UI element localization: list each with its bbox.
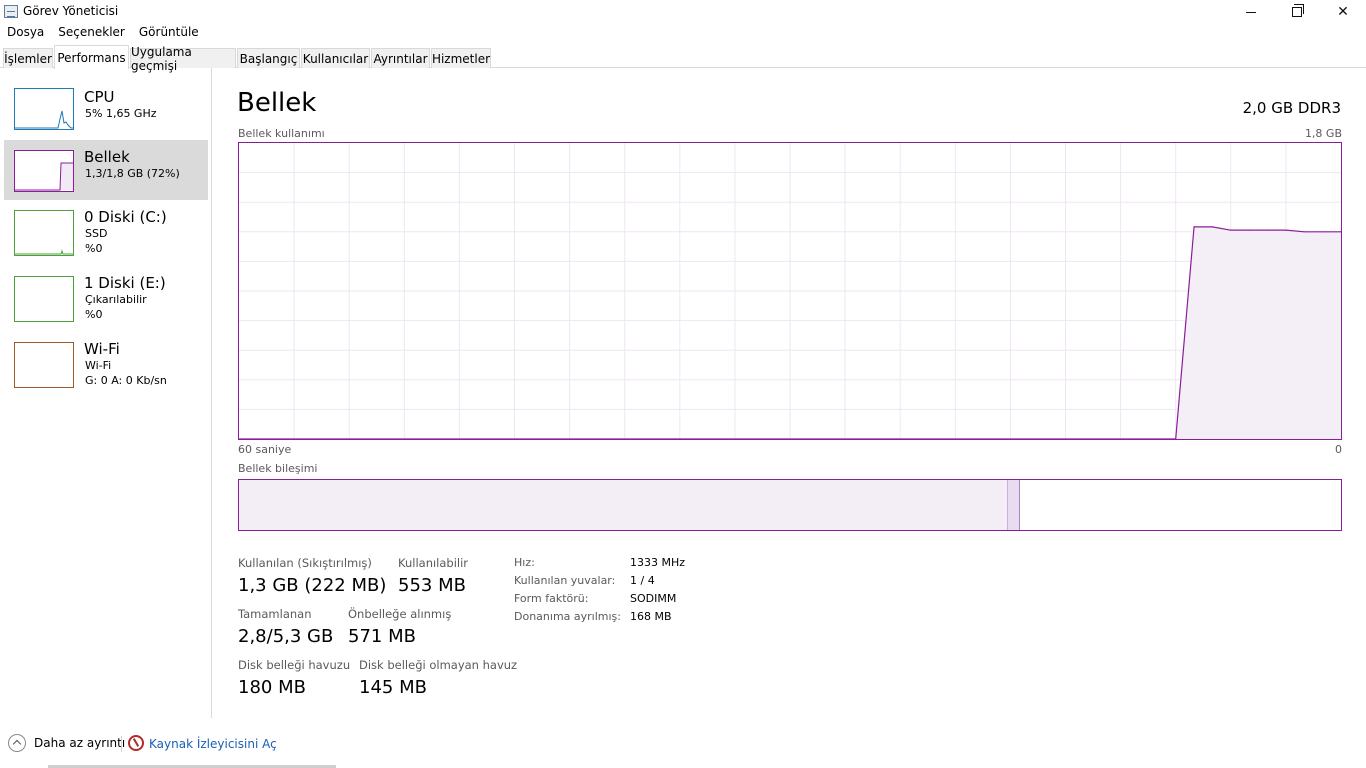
- tab-services[interactable]: Hizmetler: [431, 48, 491, 68]
- sidebar-item-cpu[interactable]: CPU 5% 1,65 GHz: [4, 88, 208, 148]
- sidebar-item-detail-2: %0: [85, 308, 103, 321]
- usage-point: [1322, 231, 1324, 233]
- chart-time-left: 60 saniye: [238, 443, 292, 456]
- fewer-details-button[interactable]: Daha az ayrıntı: [8, 734, 125, 752]
- memory-type: 2,0 GB DDR3: [1242, 99, 1341, 117]
- usage-point: [1211, 226, 1214, 228]
- sidebar-item-memory[interactable]: Bellek 1,3/1,8 GB (72%): [4, 140, 208, 200]
- sidebar-item-detail: SSD: [85, 227, 108, 240]
- sidebar-item-disk-c[interactable]: 0 Diski (C:) SSD %0: [4, 208, 208, 268]
- sidebar-item-label: 1 Diski (E:): [84, 274, 166, 292]
- sidebar-item-label: CPU: [84, 88, 115, 106]
- speed-value: 1333 MHz: [630, 556, 686, 569]
- usage-point: [1193, 226, 1195, 228]
- tab-performance[interactable]: Performans: [54, 45, 129, 69]
- in-use-value: 1,3 GB (222 MB): [238, 575, 387, 596]
- speed-label: Hız:: [514, 556, 535, 569]
- sidebar-item-label: 0 Diski (C:): [84, 208, 167, 226]
- committed-label: Tamamlanan: [238, 607, 312, 621]
- sidebar-item-disk-e[interactable]: 1 Diski (E:) Çıkarılabilir %0: [4, 274, 208, 334]
- slots-label: Kullanılan yuvalar:: [514, 574, 616, 587]
- task-manager-icon: [4, 5, 18, 18]
- composition-label: Bellek bileşimi: [238, 462, 318, 475]
- title-bar: Görev Yöneticisi ✕: [0, 0, 1366, 24]
- available-label: Kullanılabilir: [398, 556, 469, 570]
- memory-usage-graph: [239, 143, 1341, 439]
- available-value: 553 MB: [398, 575, 466, 596]
- resource-monitor-icon: [128, 735, 144, 751]
- disk-e-thumbnail-graph: [14, 276, 74, 322]
- chart-time-right: 0: [1335, 443, 1342, 456]
- page-title: Bellek: [237, 88, 317, 118]
- fewer-details-label: Daha az ayrıntı: [34, 736, 126, 750]
- hardware-reserved-value: 168 MB: [630, 610, 672, 623]
- disk-c-thumbnail-graph: [14, 210, 74, 256]
- cpu-thumbnail-graph: [14, 88, 74, 130]
- cached-value: 571 MB: [348, 626, 416, 647]
- open-resource-monitor-link[interactable]: Kaynak İzleyicisini Aç: [149, 737, 277, 751]
- menu-view[interactable]: Görüntüle: [132, 24, 206, 42]
- sidebar-item-detail: 1,3/1,8 GB (72%): [85, 167, 180, 180]
- window-title: Görev Yöneticisi: [23, 4, 119, 18]
- usage-point: [1266, 229, 1269, 231]
- footer: Daha az ayrıntı Kaynak İzleyicisini Aç: [0, 728, 1366, 768]
- tab-details[interactable]: Ayrıntılar: [371, 48, 430, 68]
- nonpaged-pool-label: Disk belleği olmayan havuz: [359, 658, 518, 672]
- tab-processes[interactable]: İşlemler: [3, 48, 53, 68]
- wifi-thumbnail-graph: [14, 342, 74, 388]
- tab-app-history[interactable]: Uygulama geçmişi: [130, 45, 236, 73]
- sidebar-item-detail: Wi-Fi: [85, 359, 112, 372]
- sidebar-item-label: Wi-Fi: [84, 340, 120, 358]
- memory-usage-chart: [238, 142, 1342, 440]
- hardware-reserved-label: Donanıma ayrılmış:: [514, 610, 621, 623]
- usage-point: [1285, 229, 1287, 231]
- performance-sidebar: CPU 5% 1,65 GHz Bellek 1,3/1,8 GB (72%) …: [0, 68, 212, 718]
- sidebar-item-detail: Çıkarılabilir: [85, 293, 147, 306]
- minimize-icon: [1246, 11, 1256, 13]
- tab-bar: İşlemler Performans Uygulama geçmişi Baş…: [0, 44, 1366, 73]
- chevron-up-icon: [8, 734, 26, 752]
- form-factor-label: Form faktörü:: [514, 592, 589, 605]
- paged-pool-label: Disk belleği havuzu: [238, 658, 351, 672]
- nonpaged-pool-value: 145 MB: [359, 677, 427, 698]
- composition-in-use: [239, 480, 1008, 530]
- sidebar-item-wifi[interactable]: Wi-Fi Wi-Fi G: 0 A: 0 Kb/sn: [4, 340, 208, 400]
- sidebar-item-label: Bellek: [84, 148, 130, 166]
- usage-point: [1230, 229, 1232, 231]
- close-icon: ✕: [1337, 4, 1349, 20]
- paged-pool-value: 180 MB: [238, 677, 306, 698]
- committed-value: 2,8/5,3 GB: [238, 626, 334, 647]
- usage-chart-label: Bellek kullanımı: [238, 127, 325, 140]
- usage-point: [1248, 229, 1250, 231]
- tab-startup[interactable]: Başlangıç: [237, 48, 300, 68]
- sidebar-item-detail: 5% 1,65 GHz: [85, 107, 157, 120]
- close-button[interactable]: ✕: [1320, 0, 1366, 24]
- sidebar-item-detail-2: %0: [85, 242, 103, 255]
- usage-chart-max: 1,8 GB: [1304, 127, 1342, 140]
- minimize-button[interactable]: [1228, 0, 1274, 24]
- in-use-label: Kullanılan (Sıkıştırılmış): [238, 556, 372, 570]
- memory-composition-bar: [238, 479, 1342, 531]
- cached-label: Önbelleğe alınmış: [348, 607, 452, 621]
- menu-file[interactable]: Dosya: [0, 24, 51, 42]
- sidebar-item-detail-2: G: 0 A: 0 Kb/sn: [85, 374, 167, 387]
- menu-options[interactable]: Seçenekler: [51, 24, 132, 42]
- slots-value: 1 / 4: [630, 574, 655, 587]
- memory-thumbnail-graph: [14, 150, 74, 192]
- footer-divider: [121, 736, 122, 752]
- tab-users[interactable]: Kullanıcılar: [301, 48, 370, 68]
- composition-modified: [1008, 480, 1020, 530]
- usage-point: [1303, 231, 1305, 233]
- restore-icon: [1292, 4, 1304, 17]
- form-factor-value: SODIMM: [630, 592, 677, 605]
- restore-button[interactable]: [1274, 0, 1320, 24]
- menu-bar: Dosya Seçenekler Görüntüle: [0, 24, 1366, 42]
